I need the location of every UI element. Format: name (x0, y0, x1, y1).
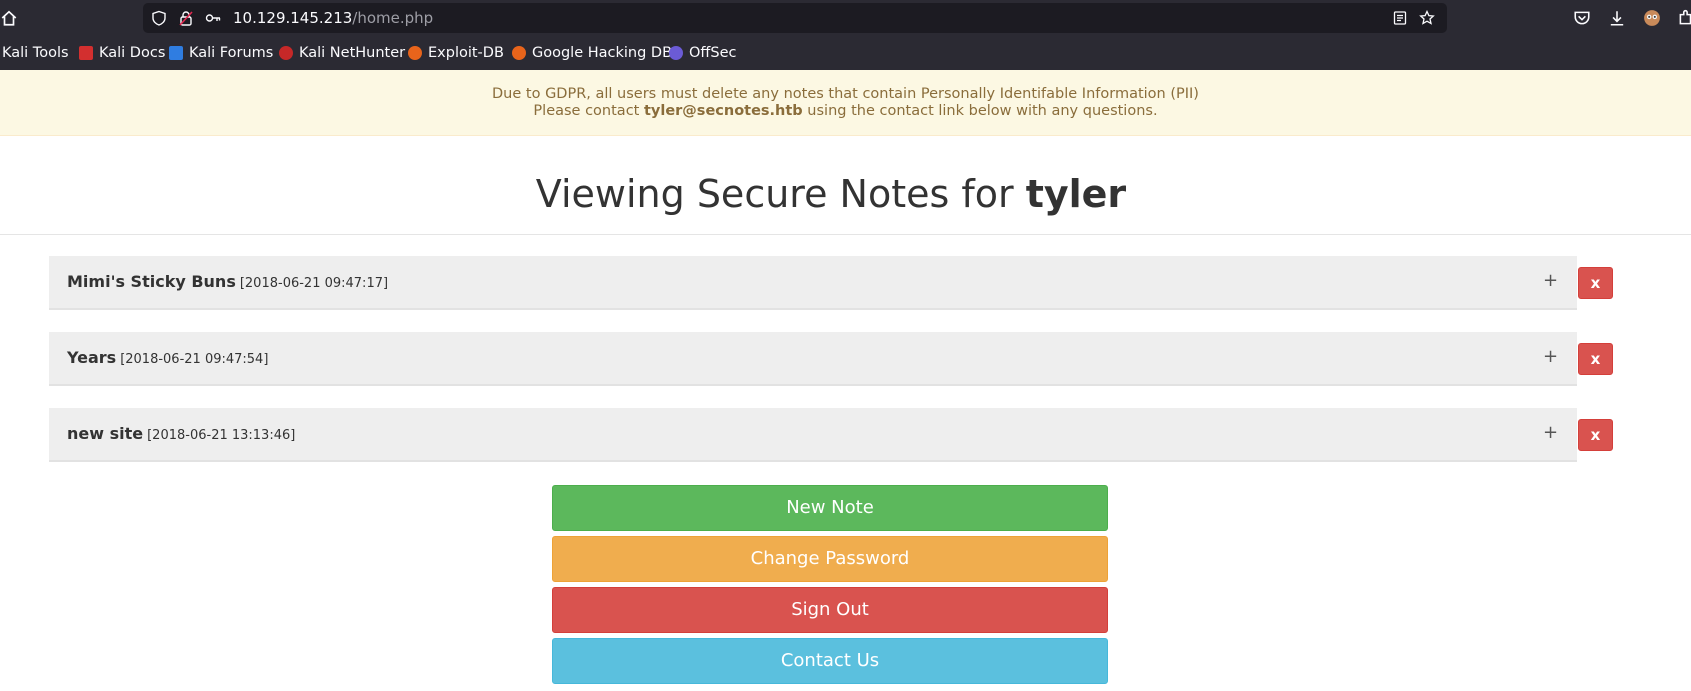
bookmark-offsec[interactable]: OffSec (669, 36, 737, 70)
bookmark-kali-forums[interactable]: Kali Forums (169, 36, 273, 70)
bookmark-star-icon[interactable] (1419, 10, 1435, 26)
home-icon[interactable] (0, 9, 18, 27)
exploit-db-icon (408, 46, 422, 60)
notice-line-1: Due to GDPR, all users must delete any n… (492, 86, 1199, 102)
delete-note-button[interactable]: x (1578, 267, 1613, 299)
bookmark-label: Kali NetHunter (299, 45, 406, 61)
page-title: Viewing Secure Notes for tyler (0, 172, 1662, 216)
url-text[interactable]: 10.129.145.213/home.php (233, 3, 433, 33)
shield-icon[interactable] (151, 10, 167, 26)
reader-view-icon[interactable] (1392, 10, 1408, 26)
bookmark-kali-docs[interactable]: Kali Docs (79, 36, 165, 70)
note-timestamp: [2018-06-21 09:47:54] (120, 352, 269, 367)
notice-line-2: Please contact tyler@secnotes.htb using … (0, 102, 1691, 120)
bookmarks-bar: Kali Tools Kali Docs Kali Forums Kali Ne… (0, 36, 1691, 71)
delete-note-button[interactable]: x (1578, 343, 1613, 375)
address-bar[interactable]: 10.129.145.213/home.php (143, 3, 1447, 33)
bookmark-exploit-db[interactable]: Exploit-DB (408, 36, 504, 70)
bookmark-label: Exploit-DB (428, 45, 504, 61)
insecure-lock-icon[interactable] (178, 10, 194, 26)
bookmark-label: Google Hacking DB (532, 45, 673, 61)
ghdb-icon (512, 46, 526, 60)
note-title-text: new site (67, 424, 144, 443)
offsec-icon (669, 46, 683, 60)
note-row[interactable]: Mimi's Sticky Buns [2018-06-21 09:47:17] … (49, 256, 1577, 310)
bookmark-kali-tools[interactable]: Kali Tools (2, 36, 69, 70)
bookmark-label: Kali Forums (189, 45, 274, 61)
notice-suffix: using the contact link below with any qu… (802, 103, 1158, 119)
page-title-prefix: Viewing Secure Notes for (535, 172, 1026, 216)
divider (0, 234, 1691, 235)
pocket-icon[interactable] (1573, 9, 1591, 27)
url-path: /home.php (352, 9, 434, 27)
change-password-button[interactable]: Change Password (552, 536, 1108, 582)
note-title-text: Years (67, 348, 117, 367)
page-title-username: tyler (1025, 172, 1127, 216)
expand-note-button[interactable]: + (1543, 408, 1558, 460)
extensions-icon[interactable] (1677, 9, 1691, 27)
contact-us-button[interactable]: Contact Us (552, 638, 1108, 684)
bookmark-label: Kali Docs (99, 45, 166, 61)
nethunter-icon (279, 46, 293, 60)
expand-note-button[interactable]: + (1543, 256, 1558, 308)
bookmark-label: Kali Tools (2, 45, 69, 61)
browser-toolbar: 10.129.145.213/home.php (0, 0, 1691, 36)
note-row[interactable]: new site [2018-06-21 13:13:46] + (49, 408, 1577, 462)
kali-docs-icon (79, 46, 93, 60)
kali-forums-icon (169, 46, 183, 60)
gdpr-notice: Due to GDPR, all users must delete any n… (0, 70, 1691, 136)
key-icon[interactable] (205, 10, 221, 26)
bookmark-kali-nethunter[interactable]: Kali NetHunter (279, 36, 405, 70)
note-title: Mimi's Sticky Buns [2018-06-21 09:47:17] (67, 256, 388, 308)
bookmark-google-hacking-db[interactable]: Google Hacking DB (512, 36, 672, 70)
delete-note-button[interactable]: x (1578, 419, 1613, 451)
account-avatar-icon[interactable] (1643, 9, 1661, 27)
note-title-text: Mimi's Sticky Buns (67, 272, 236, 291)
download-icon[interactable] (1608, 9, 1626, 27)
note-row[interactable]: Years [2018-06-21 09:47:54] + (49, 332, 1577, 386)
bookmark-label: OffSec (689, 45, 737, 61)
expand-note-button[interactable]: + (1543, 332, 1558, 384)
note-title: new site [2018-06-21 13:13:46] (67, 408, 295, 460)
note-title: Years [2018-06-21 09:47:54] (67, 332, 268, 384)
notice-prefix: Please contact (533, 103, 644, 119)
contact-email: tyler@secnotes.htb (643, 103, 803, 119)
url-host: 10.129.145.213 (233, 9, 353, 27)
note-timestamp: [2018-06-21 13:13:46] (147, 428, 296, 443)
note-timestamp: [2018-06-21 09:47:17] (239, 276, 389, 291)
sign-out-button[interactable]: Sign Out (552, 587, 1108, 633)
new-note-button[interactable]: New Note (552, 485, 1108, 531)
